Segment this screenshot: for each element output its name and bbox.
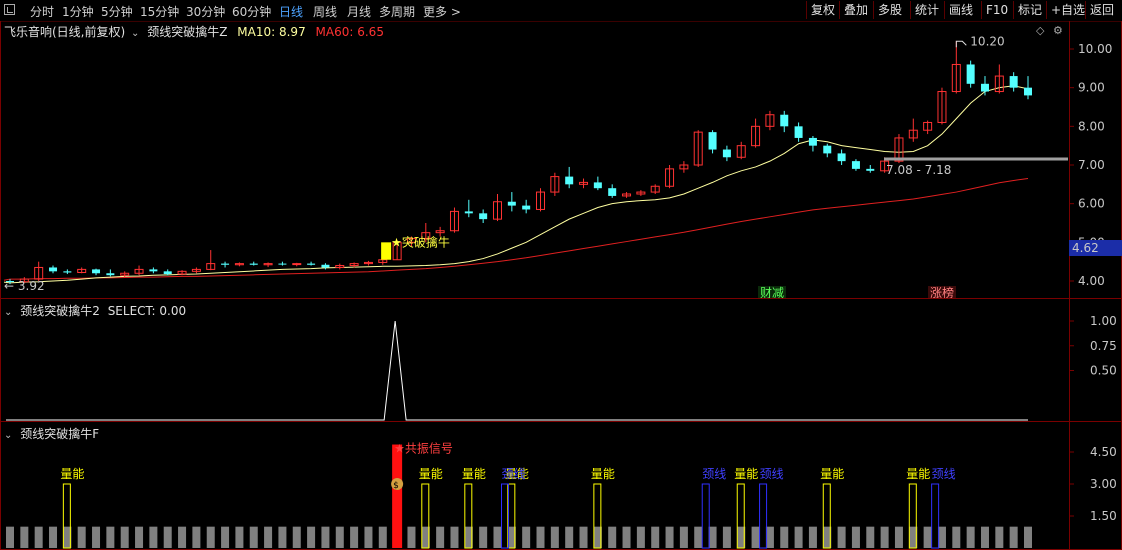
candle-body [479, 213, 488, 220]
ma60-line [3, 178, 1029, 281]
range-annotation: 7.08 - 7.18 [886, 163, 951, 177]
candle-body [708, 132, 717, 150]
candle-body [163, 271, 172, 275]
candle-body [794, 126, 803, 138]
candle-body [278, 263, 287, 265]
f-panel-axis [1069, 421, 1122, 550]
y-tick-label: 6.00 [1078, 197, 1105, 211]
collapse-icon[interactable]: ⌄ [4, 430, 12, 441]
candle-body [837, 153, 846, 162]
candle-body [1024, 87, 1032, 96]
candle-body [593, 182, 602, 189]
select-panel-axis [1069, 298, 1122, 422]
high-marker [955, 40, 967, 48]
candle-body [780, 114, 789, 127]
candle-body [507, 201, 516, 206]
ma10-line [3, 85, 1029, 284]
breakout-marker [381, 242, 392, 260]
select-panel-header: ⌄ 颈线突破擒牛2 SELECT: 0.00 [4, 302, 186, 319]
candle-body [149, 269, 158, 272]
candle-body [249, 263, 258, 265]
candle-body [292, 263, 302, 266]
candle-body [980, 83, 989, 92]
candle-body [866, 168, 875, 171]
y-tick-label: 9.00 [1078, 81, 1105, 95]
candle-body [851, 161, 860, 169]
y-tick-label: 4.00 [1078, 274, 1105, 288]
price-tag-label: 4.62 [1072, 241, 1099, 255]
candle-body [321, 264, 330, 268]
candle-body [106, 273, 115, 276]
candle-body [823, 145, 832, 154]
collapse-icon[interactable]: ⌄ [4, 307, 12, 318]
select-title[interactable]: 颈线突破擒牛2 [20, 304, 100, 318]
f-panel [0, 421, 1070, 550]
select-value: SELECT: 0.00 [107, 304, 187, 318]
high-annotation: 10.20 [970, 34, 1004, 48]
f-title[interactable]: 颈线突破擒牛F [20, 427, 99, 441]
y-tick-label: 7.00 [1078, 158, 1105, 172]
y-tick-label: 8.00 [1078, 119, 1105, 133]
candle-body [608, 188, 617, 196]
candle-body [221, 263, 230, 265]
candle-body [966, 64, 975, 84]
breakout-label: ★突破擒牛 [391, 234, 450, 249]
f-panel-header: ⌄ 颈线突破擒牛F [4, 425, 99, 442]
candle-body [722, 149, 731, 158]
candle-body [808, 137, 817, 146]
candle-body [522, 205, 531, 210]
candle-body [1009, 76, 1018, 88]
candle-body [49, 267, 58, 272]
candle-body [92, 269, 101, 274]
candle-body [307, 263, 316, 265]
candle-body [565, 176, 574, 185]
low-annotation: ← 3.92 [4, 279, 45, 293]
candle-body [63, 271, 72, 273]
y-tick-label: 10.00 [1078, 42, 1112, 56]
candle-body [464, 211, 473, 214]
